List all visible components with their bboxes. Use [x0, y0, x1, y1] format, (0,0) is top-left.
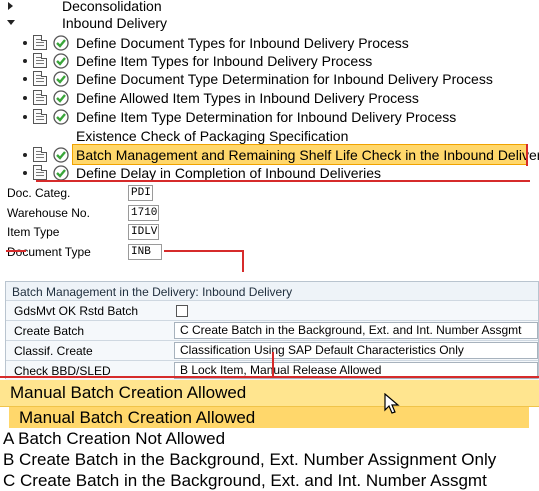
annotation-line	[6, 250, 26, 252]
warehouse-field[interactable]: 1710	[128, 205, 159, 221]
annotation-line	[526, 144, 528, 166]
execute-clock-icon[interactable]	[53, 165, 69, 181]
tree-node-doc-type-determination[interactable]: Define Document Type Determination for I…	[0, 70, 539, 88]
bullet-icon	[23, 77, 27, 81]
create-batch-dropdown-current[interactable]: Manual Batch Creation Allowed	[0, 380, 539, 407]
gdsmvt-row: GdsMvt OK Rstd Batch	[6, 300, 538, 320]
customizing-doc-icon[interactable]	[33, 53, 47, 68]
tree-node-label: Define Document Type Determination for I…	[76, 71, 493, 87]
tree-node-label: Batch Management and Remaining Shelf Lif…	[76, 147, 539, 163]
execute-clock-icon[interactable]	[53, 71, 69, 87]
tree-node-inbound-delivery[interactable]: Inbound Delivery	[0, 14, 539, 32]
document-type-label: Document Type	[7, 245, 91, 259]
tree-node-label: Define Item Type Determination for Inbou…	[76, 109, 457, 125]
execute-clock-icon[interactable]	[53, 90, 69, 106]
collapse-triangle-icon[interactable]	[7, 20, 15, 25]
bullet-icon	[23, 115, 27, 119]
dropdown-option[interactable]: B Create Batch in the Background, Ext. N…	[0, 449, 539, 470]
bullet-icon	[23, 96, 27, 100]
classif-create-label: Classif. Create	[14, 344, 93, 358]
mouse-cursor-icon	[384, 393, 400, 414]
execute-clock-icon[interactable]	[53, 109, 69, 125]
create-batch-select[interactable]: C Create Batch in the Background, Ext. a…	[174, 322, 538, 339]
panel-title: Batch Management in the Delivery: Inboun…	[12, 285, 293, 299]
annotation-line	[36, 180, 530, 182]
customizing-doc-icon[interactable]	[33, 147, 47, 162]
tree-node-label: Inbound Delivery	[62, 15, 168, 31]
create-batch-label: Create Batch	[14, 324, 85, 338]
annotation-line	[164, 250, 244, 252]
tree-node-allowed-item-types[interactable]: Define Allowed Item Types in Inbound Del…	[0, 89, 539, 107]
tree-node-label: Define Allowed Item Types in Inbound Del…	[76, 90, 419, 106]
customizing-doc-icon[interactable]	[33, 165, 47, 180]
bullet-icon	[23, 171, 27, 175]
customizing-doc-icon[interactable]	[33, 109, 47, 124]
tree-node-doc-types[interactable]: Define Document Types for Inbound Delive…	[0, 34, 539, 52]
item-type-field[interactable]: IDLV	[128, 224, 159, 240]
tree-node-label: Define Document Types for Inbound Delive…	[76, 35, 409, 51]
item-type-label: Item Type	[7, 225, 60, 239]
tree-node-deconsolidation[interactable]: Deconsolidation	[0, 0, 539, 15]
tree-node-item-types[interactable]: Define Item Types for Inbound Delivery P…	[0, 52, 539, 70]
annotation-line	[242, 250, 244, 272]
bullet-icon	[23, 153, 27, 157]
create-batch-row: Create Batch C Create Batch in the Backg…	[6, 320, 538, 340]
doc-categ-field[interactable]: PDI	[128, 185, 153, 201]
tree-node-label: Define Item Types for Inbound Delivery P…	[76, 53, 373, 69]
bullet-icon	[23, 59, 27, 63]
create-batch-dropdown-list: Manual Batch Creation Allowed A Batch Cr…	[0, 407, 539, 491]
dropdown-option[interactable]: A Batch Creation Not Allowed	[0, 428, 539, 449]
gdsmvt-label: GdsMvt OK Rstd Batch	[14, 304, 139, 318]
gdsmvt-checkbox[interactable]	[176, 305, 188, 317]
execute-clock-icon[interactable]	[53, 53, 69, 69]
execute-clock-icon[interactable]	[53, 147, 69, 163]
expand-triangle-icon[interactable]	[8, 2, 13, 10]
customizing-doc-icon[interactable]	[33, 71, 47, 86]
dropdown-option[interactable]: C Create Batch in the Background, Ext. a…	[0, 470, 539, 491]
doc-categ-label: Doc. Categ.	[7, 186, 71, 200]
customizing-doc-icon[interactable]	[33, 35, 47, 50]
tree-node-label: Existence Check of Packaging Specificati…	[76, 128, 349, 144]
execute-clock-icon[interactable]	[53, 35, 69, 51]
bullet-icon	[23, 41, 27, 45]
classif-create-select[interactable]: Classification Using SAP Default Charact…	[174, 342, 538, 359]
tree-node-packaging-check[interactable]: Existence Check of Packaging Specificati…	[0, 127, 539, 145]
tree-node-batch-management[interactable]: Batch Management and Remaining Shelf Lif…	[0, 146, 539, 164]
tree-node-item-type-determination[interactable]: Define Item Type Determination for Inbou…	[0, 108, 539, 126]
img-tree: Deconsolidation Inbound Delivery Define …	[0, 0, 539, 183]
customizing-doc-icon[interactable]	[33, 90, 47, 105]
annotation-line	[0, 376, 539, 378]
document-type-field[interactable]: INB	[128, 244, 162, 260]
key-fields: Doc. Categ. PDI Warehouse No. 1710 Item …	[0, 183, 539, 283]
annotation-line	[272, 352, 274, 376]
dropdown-option[interactable]: Manual Batch Creation Allowed	[9, 407, 529, 428]
tree-node-label: Deconsolidation	[62, 0, 162, 14]
warehouse-label: Warehouse No.	[7, 206, 90, 220]
